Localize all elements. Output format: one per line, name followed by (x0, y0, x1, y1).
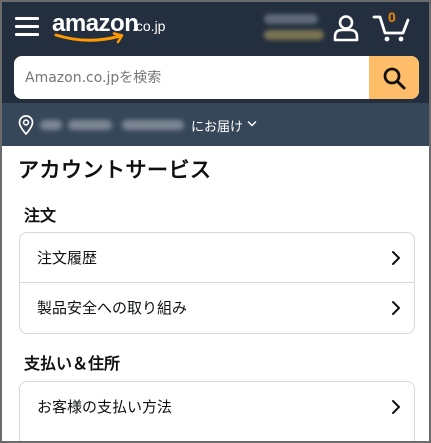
delivery-address-bar[interactable]: にお届け (2, 103, 429, 146)
smile-arrow-icon (54, 32, 124, 44)
delivery-address-blurred (40, 120, 186, 130)
amazon-logo[interactable]: amazon .co.jp (52, 8, 182, 48)
screen-frame: amazon .co.jp 0 Amazon.co.jpを検索 にお届け アカウ… (0, 0, 431, 443)
chevron-right-icon (392, 301, 400, 315)
section-title-payments-addresses: 支払い＆住所 (24, 354, 121, 373)
account-greeting-blurred[interactable] (264, 12, 330, 42)
menu-row-product-safety[interactable]: 製品安全への取り組み (20, 283, 414, 333)
search-button[interactable] (369, 56, 419, 99)
cart-count-badge: 0 (388, 9, 396, 25)
row-label: 注文履歴 (37, 249, 98, 267)
row-label: お客様の支払い方法 (37, 398, 173, 416)
search-icon (383, 67, 406, 89)
chevron-down-icon (247, 121, 257, 127)
search-input[interactable] (14, 56, 369, 99)
hamburger-menu-icon[interactable] (15, 15, 41, 39)
page-title: アカウントサービス (18, 158, 212, 182)
chevron-right-icon (392, 251, 400, 265)
location-pin-icon (18, 115, 34, 135)
payments-card: お客様の支払い方法 (19, 381, 415, 441)
orders-card: 注文履歴 製品安全への取り組み (19, 232, 415, 334)
menu-row-payment-methods[interactable]: お客様の支払い方法 (20, 382, 414, 432)
top-header: amazon .co.jp 0 (2, 2, 429, 103)
user-icon[interactable] (332, 14, 360, 42)
menu-row-order-history[interactable]: 注文履歴 (20, 233, 414, 283)
section-title-orders: 注文 (24, 206, 57, 225)
row-label: 製品安全への取り組み (37, 299, 188, 317)
deliver-to-label: にお届け (191, 120, 244, 135)
logo-domain: .co.jp (132, 18, 166, 34)
search-bar (14, 56, 419, 99)
cart-button[interactable]: 0 (372, 9, 412, 44)
chevron-right-icon (392, 400, 400, 414)
